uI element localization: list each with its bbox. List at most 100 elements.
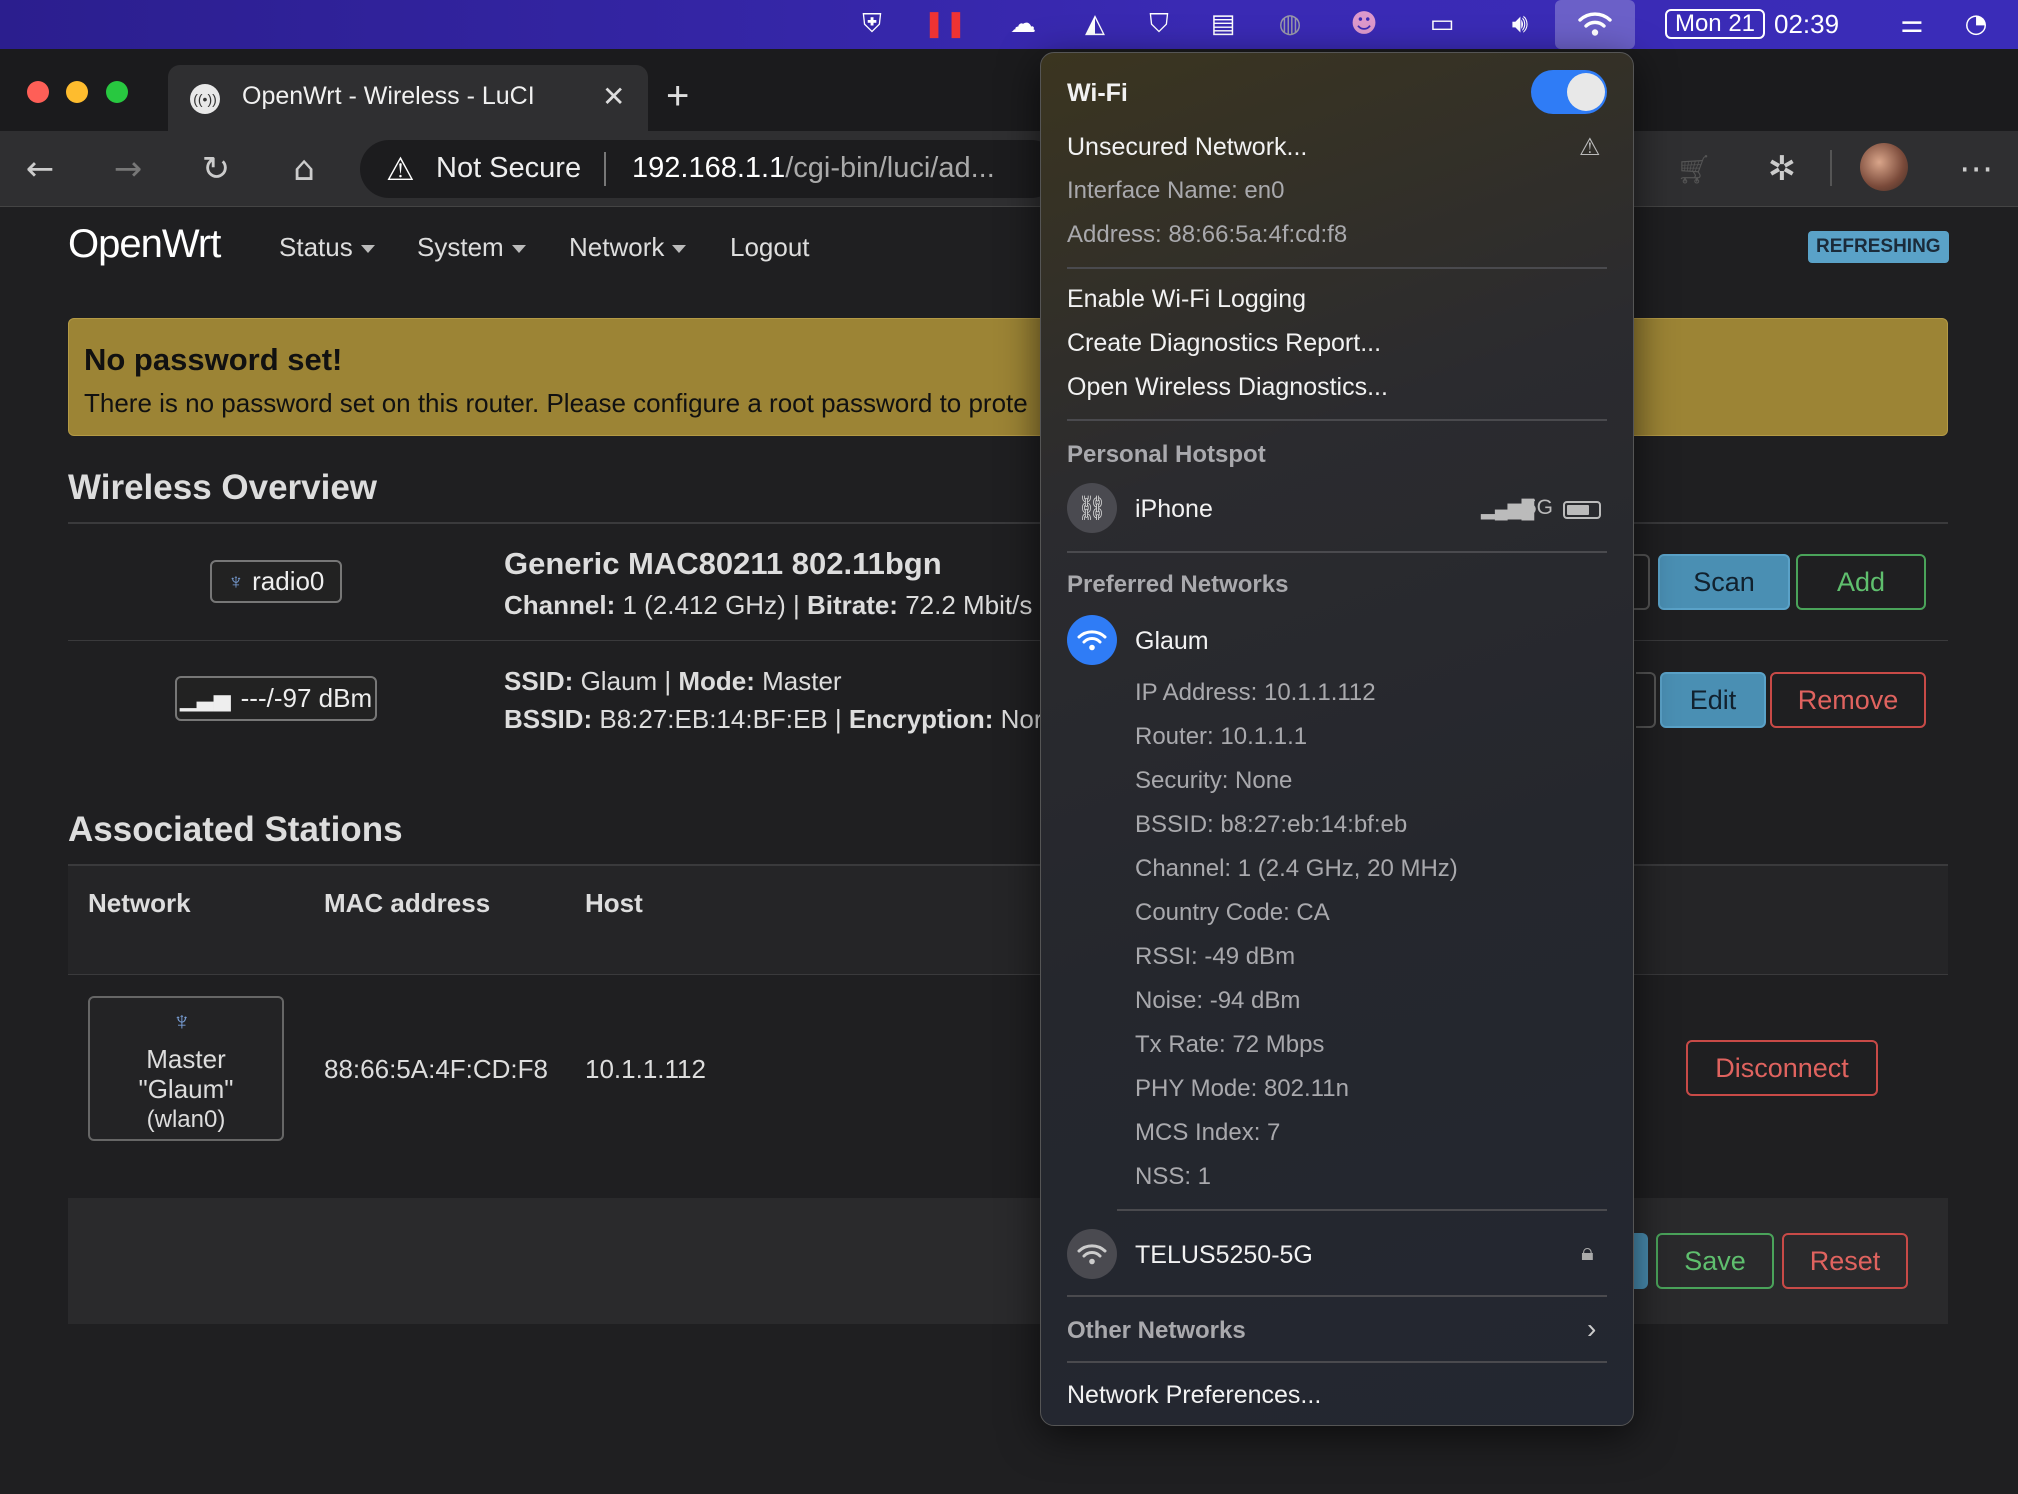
back-arrow-icon[interactable]: ← <box>16 145 64 193</box>
profile-avatar[interactable] <box>1860 143 1908 191</box>
tab-close-icon[interactable]: ✕ <box>602 80 625 113</box>
detail-router: Router: 10.1.1.1 <box>1135 723 1308 750</box>
address-separator <box>604 152 606 186</box>
station-mac: 88:66:5A:4F:CD:F8 <box>324 1054 548 1084</box>
alert-text: There is no password set on this router.… <box>84 388 1028 418</box>
other-networks-item[interactable]: Other Networks <box>1067 1317 1246 1345</box>
radio-info: Channel: 1 (2.412 GHz) | Bitrate: 72.2 M… <box>504 590 1033 620</box>
radio-badge-label: radio0 <box>252 566 325 596</box>
separator <box>1067 1295 1607 1297</box>
url-host: 192.168.1.1 <box>632 152 786 184</box>
shopping-cart-icon[interactable]: 🛒︎ <box>1670 145 1718 193</box>
extensions-icon[interactable]: ✲ <box>1758 145 1806 193</box>
shield-half-icon[interactable]: ⛉ <box>1142 8 1176 40</box>
signal-bars-icon: ▁▃▅ <box>179 685 231 711</box>
signal-badge: ▁▃▅ ---/-97 dBm <box>175 676 377 721</box>
radio-badge: ♆ radio0 <box>210 560 342 603</box>
wifi-toggle-knob[interactable] <box>1567 73 1605 111</box>
nav-logout[interactable]: Logout <box>730 232 810 263</box>
wireless-diagnostics-item[interactable]: Open Wireless Diagnostics... <box>1067 373 1388 402</box>
station-host: 10.1.1.112 <box>585 1054 706 1084</box>
nav-status[interactable]: Status <box>279 232 375 263</box>
maximize-window-button[interactable] <box>106 81 128 103</box>
detail-bssid: BSSID: b8:27:eb:14:bf:eb <box>1135 811 1408 838</box>
diagnostics-report-item[interactable]: Create Diagnostics Report... <box>1067 329 1381 358</box>
save-button[interactable]: Save <box>1656 1233 1774 1289</box>
menubar-time[interactable]: 02:39 <box>1774 9 1839 39</box>
enable-logging-item[interactable]: Enable Wi-Fi Logging <box>1067 285 1306 314</box>
wifi-menu: Wi-Fi Unsecured Network... ⚠ Interface N… <box>1040 52 1634 1426</box>
battery-charging-icon[interactable]: ▭ <box>1414 8 1470 40</box>
drive-icon[interactable]: ◭ <box>1078 8 1112 40</box>
not-secure-label[interactable]: Not Secure <box>436 152 581 185</box>
wifi-menu-title: Wi-Fi <box>1067 79 1128 107</box>
divider <box>68 522 1948 524</box>
add-button[interactable]: Add <box>1796 554 1926 610</box>
detail-country-code: Country Code: CA <box>1135 899 1330 926</box>
separator <box>1067 551 1607 553</box>
menubar-date[interactable]: Mon 21 <box>1665 9 1765 39</box>
url-path: /cgi-bin/luci/ad... <box>785 152 995 184</box>
toolbar-separator <box>1830 150 1832 186</box>
detail-phy-mode: PHY Mode: 802.11n <box>1135 1075 1349 1102</box>
disconnect-button[interactable]: Disconnect <box>1686 1040 1878 1096</box>
openwrt-logo[interactable]: OpenWrt <box>68 222 221 267</box>
station-interface: (wlan0) <box>146 1106 226 1133</box>
remove-button[interactable]: Remove <box>1770 672 1926 728</box>
volume-icon[interactable]: 🔊︎ <box>1500 8 1540 40</box>
scan-button[interactable]: Scan <box>1658 554 1790 610</box>
globe-icon[interactable]: ◍ <box>1272 8 1308 40</box>
detail-nss: NSS: 1 <box>1135 1163 1212 1190</box>
radio-antenna-icon: ♆ <box>227 568 245 594</box>
hidden-button-edge[interactable] <box>1636 672 1656 728</box>
hotspot-network-type: 5G <box>1525 496 1554 519</box>
control-center-icon[interactable]: ⚌ <box>1892 8 1932 40</box>
refreshing-badge[interactable]: REFRESHING <box>1808 231 1949 263</box>
minimize-window-button[interactable] <box>66 81 88 103</box>
new-tab-icon[interactable]: + <box>666 74 689 119</box>
wifi-icon[interactable] <box>1575 8 1615 40</box>
forward-arrow-icon[interactable]: → <box>104 145 152 193</box>
detail-noise: Noise: -94 dBm <box>1135 987 1301 1014</box>
caret-down-icon <box>360 245 375 254</box>
signal-badge-label: ---/-97 dBm <box>240 683 373 713</box>
openwrt-favicon-icon: ((•)) <box>190 84 220 114</box>
chevron-right-icon[interactable]: › <box>1587 1313 1596 1345</box>
unsecured-network-item[interactable]: Unsecured Network... <box>1067 133 1307 162</box>
station-ssid: "Glaum" <box>138 1074 234 1104</box>
reset-button[interactable]: Reset <box>1782 1233 1908 1289</box>
nav-network[interactable]: Network <box>569 232 687 263</box>
alert-title: No password set! <box>84 342 343 377</box>
warning-icon: ⚠ <box>1579 134 1601 161</box>
clipboard-icon[interactable]: ▤ <box>1206 8 1240 40</box>
divider <box>68 974 1948 975</box>
bssid-info: BSSID: B8:27:EB:14:BF:EB | Encryption: N… <box>504 704 1043 734</box>
avatar-icon[interactable]: ☻ <box>1346 8 1382 40</box>
url-text[interactable]: 192.168.1.1/cgi-bin/luci/ad... <box>632 152 995 185</box>
ssid-info: SSID: Glaum | Mode: Master <box>504 666 842 696</box>
warning-icon[interactable]: ⚠ <box>386 150 415 188</box>
table-header <box>68 866 1948 974</box>
home-icon[interactable]: ⌂ <box>280 145 328 193</box>
nav-system[interactable]: System <box>417 232 526 263</box>
hotspot-iphone-item[interactable]: iPhone <box>1135 495 1213 524</box>
reload-icon[interactable]: ↻ <box>192 145 240 193</box>
cloud-x-icon[interactable]: ☁ <box>1000 8 1046 40</box>
wireless-overview-heading: Wireless Overview <box>68 468 378 507</box>
network-telus-item[interactable]: TELUS5250-5G <box>1135 1241 1313 1270</box>
detail-mcs-index: MCS Index: 7 <box>1135 1119 1281 1146</box>
close-window-button[interactable] <box>27 81 49 103</box>
separator <box>1067 267 1607 269</box>
station-mode: Master <box>146 1044 226 1074</box>
caret-down-icon <box>511 245 526 254</box>
nav-status-label: Status <box>279 232 353 262</box>
pause-icon[interactable]: ❚❚ <box>923 8 967 40</box>
nav-system-label: System <box>417 232 504 262</box>
shield-x-icon[interactable]: ⛨ <box>852 8 892 40</box>
network-preferences-item[interactable]: Network Preferences... <box>1067 1381 1321 1410</box>
edit-button[interactable]: Edit <box>1660 672 1766 728</box>
detail-tx-rate: Tx Rate: 72 Mbps <box>1135 1031 1325 1058</box>
more-options-icon[interactable]: ⋯ <box>1952 145 2000 193</box>
network-glaum-item[interactable]: Glaum <box>1135 627 1209 656</box>
siri-icon[interactable]: ◔ <box>1956 8 1996 40</box>
